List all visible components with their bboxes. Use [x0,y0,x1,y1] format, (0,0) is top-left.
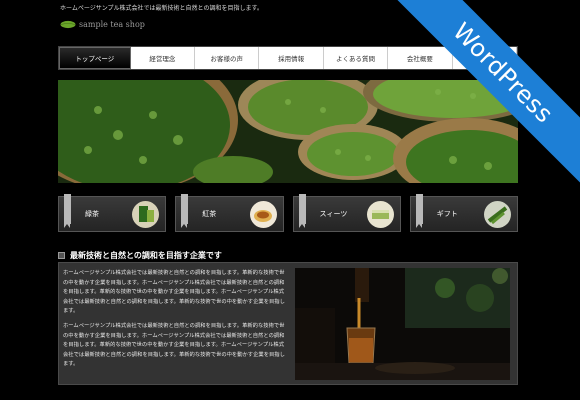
category-label: 緑茶 [85,210,99,218]
site-logo[interactable]: sample tea shop [60,20,145,29]
section-heading-text: 最新技術と自然との調和を目指す企業です [70,251,222,260]
nav-item-testimonials[interactable]: お客様の声 [195,47,260,69]
tea-pouring-photo [295,268,510,380]
tea-leaf-icon [60,20,76,29]
intro-paragraph: ホームページサンプル株式会社では最新技術と自然との調和を目指します。革新的な技術… [63,270,285,314]
category-label: 紅茶 [202,210,217,218]
gift-tea-leaves-icon [484,201,511,228]
category-green-tea[interactable]: 緑茶 [58,194,167,232]
bookmark-tab [415,194,423,228]
nav-item-faq[interactable]: よくある質問 [324,47,389,69]
green-tea-product-icon [132,201,160,228]
hero-image [58,80,518,183]
section-heading: 最新技術と自然との調和を目指す企業です [58,250,222,261]
logo-text: sample tea shop [79,20,145,29]
site-tagline: ホームページサンプル株式会社では最新技術と自然との調和を目指します。 [60,5,263,12]
black-tea-cup-icon [249,201,277,228]
nav-item-philosophy[interactable]: 経営理念 [131,47,196,69]
bookmark-tab [181,194,189,228]
nav-item-top[interactable]: トップページ [59,47,131,69]
content-panel: ホームページサンプル株式会社では最新技術と自然との調和を目指します。革新的な技術… [58,262,518,385]
bookmark-tab [298,194,306,228]
category-black-tea[interactable]: 紅茶 [175,194,284,232]
category-label: ギフト [436,210,458,218]
nav-item-company[interactable]: 会社概要 [388,47,453,69]
sweets-icon [366,201,394,228]
intro-paragraph: ホームページサンプル株式会社では最新技術と自然との調和を目指します。革新的な技術… [63,323,285,367]
category-bar: 緑茶 紅茶 スィーツ ギフト [58,194,518,232]
category-gift[interactable]: ギフト [409,194,518,232]
category-sweets[interactable]: スィーツ [292,194,401,232]
category-label: スィーツ [319,210,348,218]
bookmark-tab [64,194,71,228]
square-bullet-icon [58,252,65,259]
nav-item-recruit[interactable]: 採用情報 [259,47,324,69]
